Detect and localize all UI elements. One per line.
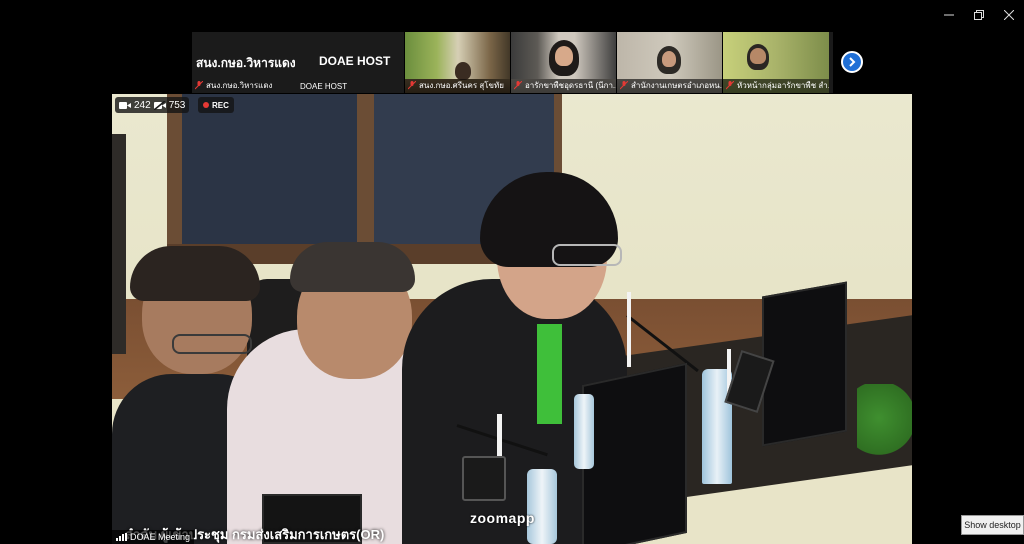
participant-name: สำนักงานเกษตรอำเภอหน... bbox=[631, 80, 723, 90]
person-speaker-glasses bbox=[552, 244, 622, 266]
video-feed bbox=[723, 32, 829, 79]
monitor-right bbox=[762, 281, 847, 447]
water-bottle bbox=[527, 469, 557, 544]
restore-icon[interactable] bbox=[964, 0, 994, 30]
host-tile-name: สนง.กษอ.วิหารแดง bbox=[196, 56, 296, 70]
participant-tile[interactable]: หัวหน้ากลุ่มอารักขาพืช สำ... bbox=[723, 32, 829, 93]
participant-count: 242 bbox=[134, 99, 151, 111]
chevron-right-icon bbox=[849, 57, 856, 67]
hidden-count: 753 bbox=[168, 99, 186, 111]
person-face bbox=[662, 51, 676, 67]
video-camera-icon bbox=[119, 101, 131, 109]
show-desktop-button[interactable]: Show desktop bbox=[961, 515, 1024, 535]
participant-label: สนง.กษอ.ศรีนคร สุโขทัย bbox=[408, 79, 504, 91]
person-middle-hair bbox=[290, 242, 415, 292]
mic-muted-icon bbox=[726, 80, 734, 89]
zoom-meeting-window: สนง.กษอ.วิหารแดง DOAE HOST สนง.กษอ.วิหาร… bbox=[0, 0, 1024, 544]
zoomapp-watermark: zoomapp bbox=[470, 510, 535, 526]
person-silhouette bbox=[455, 62, 471, 80]
rec-label: REC bbox=[212, 100, 229, 110]
plant bbox=[857, 384, 912, 469]
straw bbox=[627, 292, 631, 367]
participant-name: อารักขาพืชอุดรธานี (นีกา... bbox=[525, 80, 617, 90]
participant-label: สนง.กษอ.วิหารแดง bbox=[195, 79, 272, 91]
participant-name: สนง.กษอ.ศรีนคร สุโขทัย bbox=[419, 80, 504, 90]
person-speaker-shirt bbox=[537, 324, 562, 424]
signal-strength-icon bbox=[116, 533, 127, 541]
mic-muted-icon bbox=[408, 80, 416, 89]
video-window-pane bbox=[182, 94, 357, 244]
participant-tile-host[interactable]: สนง.กษอ.วิหารแดง DOAE HOST สนง.กษอ.วิหาร… bbox=[192, 32, 405, 93]
person-face bbox=[750, 48, 766, 64]
person-left-hair bbox=[130, 246, 260, 301]
monitor-center bbox=[582, 362, 687, 544]
water-bottle bbox=[574, 394, 594, 469]
participant-name-host: DOAE HOST bbox=[300, 82, 348, 91]
window-controls bbox=[934, 0, 1024, 30]
participant-tile[interactable]: สำนักงานเกษตรอำเภอหน... bbox=[617, 32, 723, 93]
speaker-name: DOAE Meeting bbox=[130, 532, 191, 542]
participant-label: สำนักงานเกษตรอำเภอหน... bbox=[620, 79, 723, 91]
main-video[interactable] bbox=[112, 94, 912, 544]
participant-tile[interactable]: อารักขาพืชอุดรธานี (นีกา... bbox=[511, 32, 617, 93]
participant-tile[interactable]: สนง.กษอ.ศรีนคร สุโขทัย bbox=[405, 32, 511, 93]
participant-name: สนง.กษอ.วิหารแดง bbox=[206, 80, 273, 90]
minimize-icon[interactable] bbox=[934, 0, 964, 30]
host-tile-role: DOAE HOST bbox=[319, 54, 391, 68]
person-face bbox=[555, 46, 573, 66]
participant-gallery: สนง.กษอ.วิหารแดง DOAE HOST สนง.กษอ.วิหาร… bbox=[192, 32, 833, 93]
mic-muted-icon bbox=[514, 80, 522, 89]
video-edge-dark bbox=[112, 134, 126, 354]
close-icon[interactable] bbox=[994, 0, 1024, 30]
mic-muted-icon bbox=[195, 80, 203, 89]
mug bbox=[462, 456, 506, 501]
participant-stats[interactable]: 242 753 bbox=[115, 97, 190, 113]
video-off-icon bbox=[153, 100, 166, 110]
person-left-glasses bbox=[172, 334, 252, 354]
next-page-button[interactable] bbox=[841, 51, 863, 73]
participant-name: หัวหน้ากลุ่มอารักขาพืช สำ... bbox=[737, 80, 829, 90]
participant-label: อารักขาพืชอุดรธานี (นีกา... bbox=[514, 79, 617, 91]
recording-indicator[interactable]: REC bbox=[198, 97, 234, 113]
speaker-name-label: DOAE Meeting bbox=[112, 530, 195, 544]
participant-label: หัวหน้ากลุ่มอารักขาพืช สำ... bbox=[726, 79, 829, 91]
mic-muted-icon bbox=[620, 80, 628, 89]
rec-dot-icon bbox=[203, 102, 209, 108]
